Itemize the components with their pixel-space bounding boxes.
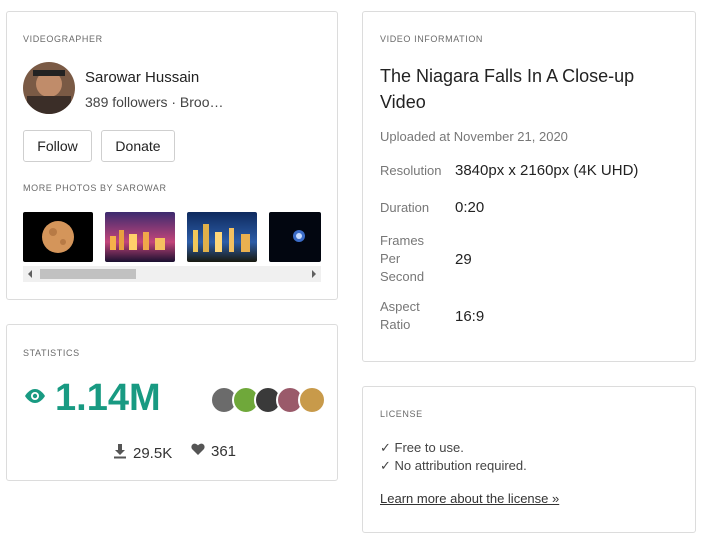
thumbnail-city-night-2[interactable] <box>187 212 257 262</box>
aspect-key-line: Aspect <box>380 299 420 314</box>
heart-icon <box>191 443 205 460</box>
scroll-left-arrow-icon[interactable] <box>28 270 32 278</box>
video-title: The Niagara Falls In A Close-up Video <box>380 66 635 112</box>
license-free-to-use: ✓ Free to use. <box>380 440 464 455</box>
resolution-key: Resolution <box>380 163 442 178</box>
donate-button[interactable]: Donate <box>101 130 175 162</box>
more-photos-label: MORE PHOTOS BY SAROWAR <box>23 183 167 193</box>
views-count: 1.14M <box>55 377 161 419</box>
aspect-ratio-value: 16:9 <box>455 308 485 325</box>
thumbnail-moon[interactable] <box>23 212 93 262</box>
video-info-section-label: VIDEO INFORMATION <box>380 34 484 44</box>
fps-value: 29 <box>455 251 472 268</box>
thumbnail-city-night-1[interactable] <box>105 212 175 262</box>
avatar[interactable] <box>23 62 75 114</box>
duration-key: Duration <box>380 200 430 215</box>
likes-count: 361 <box>211 443 237 460</box>
likes-stat: 361 <box>191 443 236 460</box>
video-info-card: VIDEO INFORMATION The Niagara Falls In A… <box>362 11 696 362</box>
videographer-card: VIDEOGRAPHER Sarowar Hussain 389 followe… <box>6 11 338 300</box>
fps-key-line: Second <box>380 269 425 284</box>
license-learn-more-link[interactable]: Learn more about the license » <box>380 491 559 506</box>
liker-avatar[interactable] <box>298 386 326 414</box>
download-icon <box>113 443 127 463</box>
resolution-value: 3840px x 2160px (4K UHD) <box>455 162 639 179</box>
duration-value: 0:20 <box>455 199 485 216</box>
fps-key: Frames Per Second <box>380 232 424 286</box>
fps-key-line: Per <box>380 251 401 266</box>
videographer-subtitle: 389 followers · Broo… <box>85 94 224 110</box>
scroll-right-arrow-icon[interactable] <box>312 270 316 278</box>
aspect-key-line: Ratio <box>380 317 411 332</box>
downloads-count: 29.5K <box>133 444 173 462</box>
videographer-section-label: VIDEOGRAPHER <box>23 34 103 44</box>
follow-button[interactable]: Follow <box>23 130 92 162</box>
downloads-stat: 29.5K <box>113 443 172 463</box>
fps-key-line: Frames <box>380 233 425 248</box>
thumbnail-night-sky[interactable] <box>269 212 321 262</box>
statistics-section-label: STATISTICS <box>23 348 80 358</box>
license-section-label: LICENSE <box>380 409 423 419</box>
license-card: LICENSE ✓ Free to use. ✓ No attribution … <box>362 386 696 533</box>
eye-icon <box>23 388 47 409</box>
horizontal-scrollbar[interactable] <box>23 266 321 282</box>
statistics-card: STATISTICS 1.14M 29.5K 361 <box>6 324 338 481</box>
license-no-attribution: ✓ No attribution required. <box>380 458 527 473</box>
videographer-name[interactable]: Sarowar Hussain <box>85 69 199 86</box>
views-stat: 1.14M <box>23 377 161 420</box>
scroll-thumb[interactable] <box>40 269 136 279</box>
upload-date: Uploaded at November 21, 2020 <box>380 129 568 144</box>
aspect-ratio-key: Aspect Ratio <box>380 298 420 334</box>
